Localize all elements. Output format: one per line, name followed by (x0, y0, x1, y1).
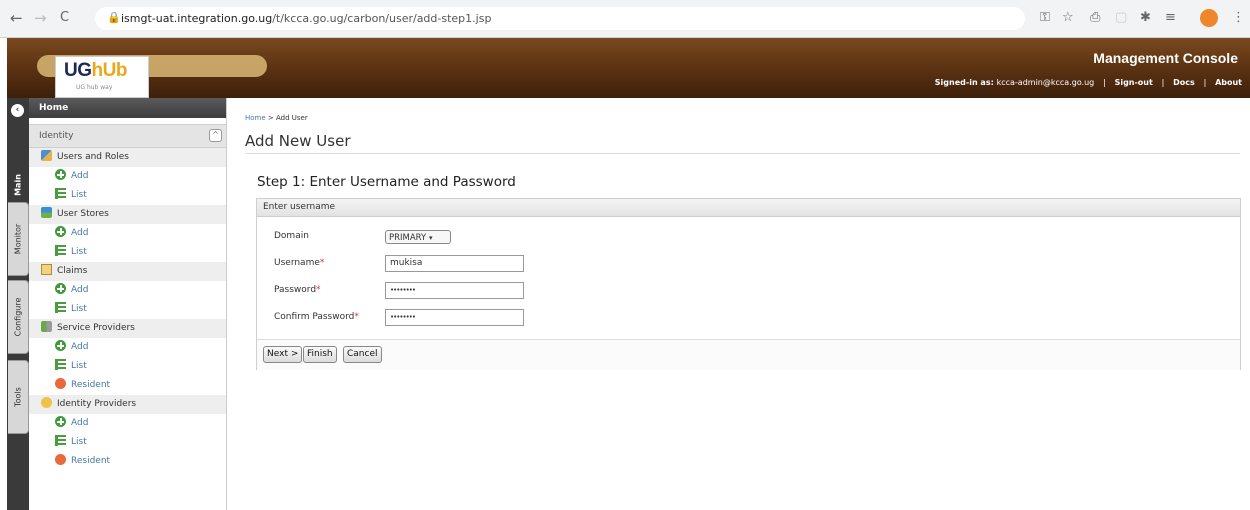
star-icon[interactable]: ☆ (1062, 10, 1074, 25)
list-icon (55, 359, 66, 370)
sidebar-item-userstores-add[interactable]: Add (29, 224, 226, 243)
collapse-icon[interactable]: ^ (209, 129, 222, 142)
service-provider-icon (41, 321, 52, 332)
claims-icon (41, 264, 52, 275)
console-header: UGhUb UG hub way Management Console Sign… (7, 38, 1250, 98)
sign-out-link[interactable]: Sign-out (1115, 78, 1153, 87)
username-input[interactable]: mukisa (385, 255, 524, 272)
cancel-button[interactable]: Cancel (343, 346, 382, 363)
header-links: Signed-in as: kcca-admin@kcca.go.ug | Si… (934, 78, 1242, 87)
finish-button[interactable]: Finish (303, 346, 337, 363)
list-icon (55, 435, 66, 446)
breadcrumb: Home > Add User (245, 114, 308, 122)
breadcrumb-current: Add User (276, 114, 308, 122)
add-icon (55, 169, 66, 180)
vertical-tab-strip: ‹ Main Monitor Configure Tools (7, 98, 29, 510)
reload-icon[interactable]: C (60, 9, 69, 27)
chevron-down-icon: ▾ (428, 234, 433, 242)
identity-provider-icon (41, 397, 52, 408)
address-bar[interactable]: 🔒 ismgt-uat.integration.go.ug/t/kcca.go.… (95, 7, 1025, 30)
console-title: Management Console (1093, 50, 1238, 66)
sidebar-group-users-and-roles: Users and Roles (29, 148, 226, 167)
tab-tools[interactable]: Tools (8, 360, 29, 434)
user-form-panel: Enter username Domain PRIMARY ▾ Username… (256, 198, 1241, 370)
sidebar-group-identity-providers: Identity Providers (29, 395, 226, 414)
list-icon (55, 188, 66, 199)
forward-icon[interactable]: → (34, 9, 47, 27)
breadcrumb-home-link[interactable]: Home (245, 114, 266, 122)
lock-icon: 🔒 (107, 11, 121, 24)
about-link[interactable]: About (1215, 78, 1242, 87)
sidebar-item-sp-list[interactable]: List (29, 357, 226, 376)
tab-monitor[interactable]: Monitor (8, 202, 29, 276)
panel-title: Enter username (257, 199, 1240, 217)
back-icon[interactable]: ← (10, 9, 23, 27)
users-roles-icon (41, 150, 52, 161)
sidebar-item-users-add[interactable]: Add (29, 167, 226, 186)
domain-label: Domain (274, 231, 309, 241)
add-icon (55, 416, 66, 427)
sidebar-item-idp-resident[interactable]: Resident (29, 452, 226, 471)
sidebar: Home Identity ^ Users and Roles Add List… (29, 98, 227, 510)
domain-select[interactable]: PRIMARY ▾ (385, 230, 451, 244)
square-icon[interactable]: ▢ (1115, 10, 1127, 25)
page-title: Add New User (245, 132, 351, 150)
menu-icon[interactable]: ⋮ (1232, 10, 1245, 25)
sidebar-item-users-list[interactable]: List (29, 186, 226, 205)
profile-avatar[interactable] (1200, 9, 1218, 27)
user-store-icon (41, 207, 52, 218)
sidebar-section-identity[interactable]: Identity ^ (29, 124, 226, 148)
title-divider (245, 153, 1240, 154)
password-label: Password* (274, 285, 321, 295)
next-button[interactable]: Next > (263, 346, 303, 363)
signed-in-label: Signed-in as: (934, 78, 994, 87)
form-button-bar: Next > Finish Cancel (257, 339, 1240, 370)
queue-icon[interactable]: ≡ (1165, 10, 1176, 25)
sidebar-home[interactable]: Home (29, 98, 226, 118)
collapse-menu-icon[interactable]: ‹ (11, 104, 24, 117)
list-icon (55, 302, 66, 313)
tab-configure[interactable]: Configure (8, 280, 29, 354)
sidebar-item-userstores-list[interactable]: List (29, 243, 226, 262)
username-label: Username* (274, 258, 325, 268)
sidebar-group-service-providers: Service Providers (29, 319, 226, 338)
browser-toolbar: ← → C 🔒 ismgt-uat.integration.go.ug/t/kc… (0, 0, 1250, 38)
signed-in-user: kcca-admin@kcca.go.ug (996, 78, 1095, 87)
resident-icon (55, 454, 66, 465)
puzzle-icon[interactable]: ✱ (1140, 10, 1151, 25)
step-title: Step 1: Enter Username and Password (257, 174, 516, 190)
key-icon[interactable]: ⚿ (1040, 10, 1050, 25)
sidebar-item-claims-list[interactable]: List (29, 300, 226, 319)
confirm-password-input[interactable]: •••••••• (385, 309, 524, 326)
ughub-logo[interactable]: UGhUb UG hub way (55, 56, 149, 98)
sidebar-group-claims: Claims (29, 262, 226, 281)
printer-icon[interactable]: ⎙ (1090, 10, 1100, 25)
url-text: ismgt-uat.integration.go.ug/t/kcca.go.ug… (121, 12, 492, 25)
list-icon (55, 245, 66, 256)
add-icon (55, 340, 66, 351)
resident-icon (55, 378, 66, 389)
sidebar-group-user-stores: User Stores (29, 205, 226, 224)
add-icon (55, 226, 66, 237)
sidebar-item-idp-list[interactable]: List (29, 433, 226, 452)
docs-link[interactable]: Docs (1173, 78, 1195, 87)
sidebar-item-sp-add[interactable]: Add (29, 338, 226, 357)
sidebar-item-idp-add[interactable]: Add (29, 414, 226, 433)
sidebar-item-claims-add[interactable]: Add (29, 281, 226, 300)
password-input[interactable]: •••••••• (385, 282, 524, 299)
sidebar-item-sp-resident[interactable]: Resident (29, 376, 226, 395)
add-icon (55, 283, 66, 294)
confirm-password-label: Confirm Password* (274, 312, 359, 322)
